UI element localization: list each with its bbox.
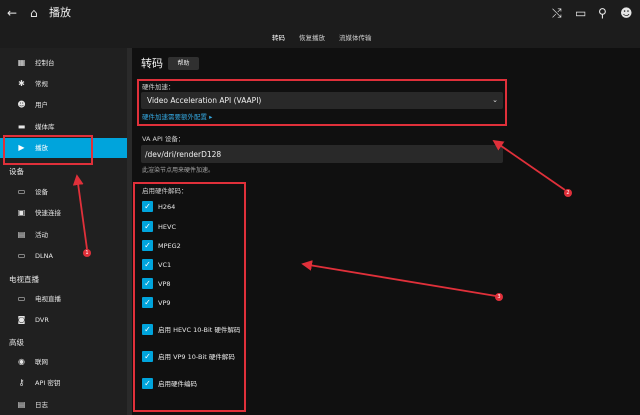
folder-icon: ▬ [17, 122, 26, 131]
network-icon: ◉ [18, 357, 25, 366]
sidebar-item-devices[interactable]: ▭ 设备 [0, 182, 127, 202]
tab-resume[interactable]: 恢复播放 [299, 33, 325, 43]
vaapi-device-input[interactable]: /dev/dri/renderD128 [141, 145, 503, 163]
sidebar-item-users[interactable]: ☻ 用户 [0, 95, 127, 115]
sidebar-item-label: 控制台 [35, 59, 55, 67]
sidebar-item-label: DLNA [35, 252, 53, 260]
sidebar-item-libraries[interactable]: ▬ 媒体库 [0, 117, 127, 137]
sidebar: ▦ 控制台 ✱ 常规 ☻ 用户 ▬ 媒体库 ▶ 播放 设备 ▭ 设备 ▣ 快速连… [0, 48, 127, 415]
annotation-badge-3: 3 [495, 293, 503, 301]
sidebar-item-live-tv[interactable]: ▭ 电视直播 [0, 289, 127, 309]
sidebar-item-quick-connect[interactable]: ▣ 快速连接 [0, 203, 127, 223]
sidebar-item-activity[interactable]: ▤ 活动 [0, 225, 127, 245]
sidebar-item-general[interactable]: ✱ 常规 [0, 74, 127, 94]
dlna-icon: ▭ [17, 251, 26, 260]
activity-icon: ▤ [17, 230, 26, 239]
section-live-tv: 电视直播 [9, 275, 39, 284]
sidebar-item-label: API 密钥 [35, 379, 61, 387]
vaapi-device-value: /dev/dri/renderD128 [145, 150, 222, 159]
annotation-badge-1: 1 [83, 249, 91, 257]
vaapi-hint: 此渲染节点用来硬件加速。 [142, 167, 215, 174]
section-title: 转码 [141, 57, 163, 70]
sidebar-item-label: 电视直播 [35, 295, 61, 303]
annotation-box-playback [3, 135, 93, 165]
annotation-box-hw-accel [137, 79, 507, 126]
gear-icon: ✱ [18, 79, 25, 88]
sidebar-item-dashboard[interactable]: ▦ 控制台 [0, 53, 127, 73]
sidebar-item-label: 媒体库 [35, 123, 55, 131]
key-icon: ⚷ [18, 378, 25, 387]
top-app-bar: ← ⌂ 播放 ⤭ ▭ ⚲ ☻ 转码 恢复播放 流媒体传输 [0, 0, 640, 48]
sidebar-item-label: DVR [35, 316, 49, 324]
log-icon: ▤ [17, 400, 26, 409]
sidebar-item-networking[interactable]: ◉ 联网 [0, 352, 127, 372]
search-icon[interactable]: ⚲ [598, 6, 607, 20]
sidebar-item-label: 快速连接 [35, 209, 61, 217]
users-icon: ☻ [17, 100, 26, 109]
home-icon[interactable]: ⌂ [30, 6, 38, 20]
sidebar-item-dlna[interactable]: ▭ DLNA [0, 246, 127, 266]
vaapi-label: VA API 设备： [142, 135, 185, 143]
sidebar-item-api-keys[interactable]: ⚷ API 密钥 [0, 373, 127, 393]
annotation-badge-2: 2 [564, 189, 572, 197]
tab-bar: 转码 恢复播放 流媒体传输 [0, 33, 640, 45]
tab-streaming[interactable]: 流媒体传输 [339, 33, 372, 43]
annotation-box-decoders [133, 182, 246, 412]
sync-play-icon[interactable]: ⤭ [552, 6, 562, 20]
sidebar-item-label: 用户 [35, 101, 48, 109]
dashboard-icon: ▦ [17, 58, 26, 67]
page-title: 播放 [49, 6, 71, 19]
tab-transcoding[interactable]: 转码 [272, 33, 285, 43]
help-button[interactable]: 帮助 [168, 57, 199, 70]
sidebar-item-label: 设备 [35, 188, 48, 196]
section-advanced: 高级 [9, 338, 24, 347]
sidebar-item-logs[interactable]: ▤ 日志 [0, 395, 127, 415]
back-arrow-icon[interactable]: ← [7, 6, 17, 20]
sidebar-item-label: 联网 [35, 358, 48, 366]
sidebar-scrollbar[interactable] [127, 48, 132, 415]
cast-icon[interactable]: ▭ [575, 6, 586, 20]
sidebar-item-label: 活动 [35, 231, 48, 239]
user-icon[interactable]: ☻ [620, 6, 633, 20]
sidebar-item-label: 常规 [35, 80, 48, 88]
dvr-icon: ◙ [17, 315, 26, 324]
sidebar-item-label: 日志 [35, 401, 48, 409]
section-devices: 设备 [9, 167, 24, 176]
quick-connect-icon: ▣ [17, 208, 26, 217]
live-tv-icon: ▭ [17, 294, 26, 303]
devices-icon: ▭ [17, 187, 26, 196]
sidebar-item-dvr[interactable]: ◙ DVR [0, 310, 127, 330]
